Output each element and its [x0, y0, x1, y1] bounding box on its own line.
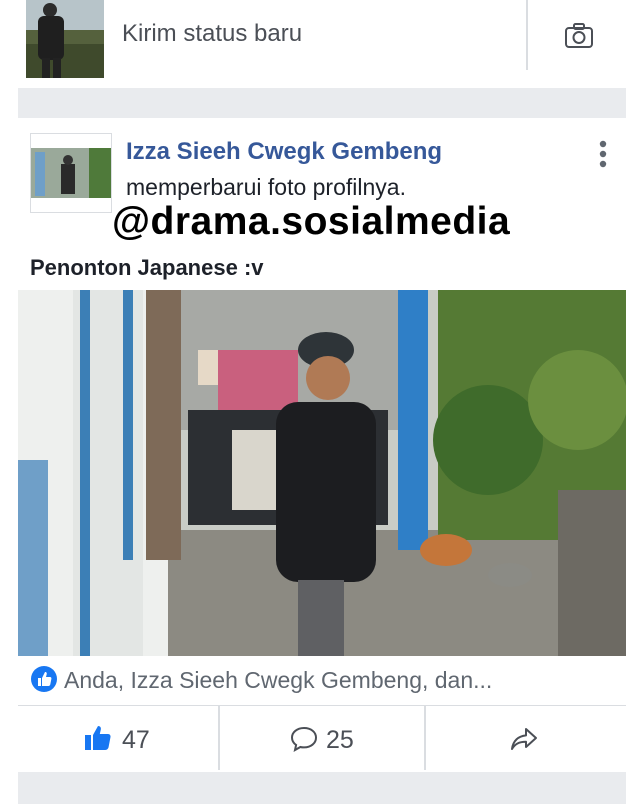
composer-divider — [526, 0, 528, 70]
thumbs-up-icon — [84, 724, 112, 757]
watermark-text: @drama.sosialmedia — [112, 200, 511, 243]
like-reaction-icon — [30, 665, 58, 693]
like-button[interactable]: 47 — [18, 706, 218, 770]
post-author-avatar[interactable] — [30, 133, 112, 213]
status-input[interactable]: Kirim status baru — [122, 20, 302, 48]
user-avatar[interactable] — [26, 0, 104, 78]
reaction-summary[interactable]: Anda, Izza Sieeh Cwegk Gembeng, dan... — [64, 667, 492, 694]
feed-separator — [18, 88, 626, 118]
post-author-name[interactable]: Izza Sieeh Cwegk Gembeng — [126, 138, 442, 166]
comment-count: 25 — [326, 726, 354, 754]
camera-icon[interactable] — [564, 22, 594, 50]
post-action-text: memperbarui foto profilnya. — [126, 174, 406, 200]
more-options-icon[interactable] — [598, 140, 608, 170]
status-composer — [18, 0, 626, 88]
like-count: 47 — [122, 726, 150, 754]
post-caption: Penonton Japanese :v — [30, 255, 264, 280]
comment-button[interactable]: 25 — [220, 706, 424, 770]
comment-icon — [290, 726, 318, 757]
share-button[interactable] — [426, 706, 626, 770]
share-icon — [510, 726, 538, 757]
feed-separator-bottom — [18, 772, 626, 804]
post-photo[interactable] — [18, 290, 628, 656]
